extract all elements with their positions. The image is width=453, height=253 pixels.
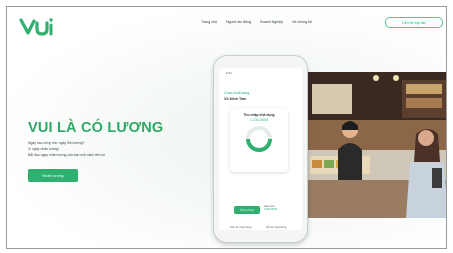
phone-user-name: Võ Minh Tâm	[224, 97, 247, 101]
vui-logo[interactable]	[19, 15, 55, 37]
hero-line-1: Ngày nào cũng như ngày lĩnh lương?	[28, 141, 85, 145]
phone-status-time: 9:41	[226, 71, 232, 75]
income-card-label: Thu nhập khả dụng	[243, 113, 275, 117]
income-progress-ring	[246, 126, 272, 152]
hero-cta-button[interactable]: Nhận lương	[28, 169, 78, 182]
phone-greeting: Chào buổi sáng,	[224, 91, 251, 95]
hero-line-3: Bắt đầu ngay nhận lương của bạn một cách…	[28, 153, 106, 157]
phone-limit-amount: 5.000.000đ	[264, 208, 277, 212]
income-card: Thu nhập khả dụng 1.234.000đ	[230, 108, 288, 172]
phone-limit-note: Hạn mức 5.000.000đ	[264, 205, 277, 212]
income-card-amount: 1.234.000đ	[250, 118, 268, 122]
page-frame: Trang chủ Người lao động Doanh Nghiệp Về…	[6, 6, 447, 249]
phone-mockup: 9:41 Chào buổi sáng, Võ Minh Tâm Thu nhậ…	[213, 55, 308, 243]
store-photo	[306, 72, 446, 218]
nav-item-business[interactable]: Doanh Nghiệp	[260, 20, 283, 24]
hero-line-2: Vì ngày nhận lương!	[28, 147, 59, 151]
phone-history-link[interactable]: Lịch sử ứng lương	[230, 226, 251, 229]
nav-item-workers[interactable]: Người lao động	[226, 20, 251, 24]
phone-support-link[interactable]: Hỗ trợ ứng lương	[266, 226, 286, 229]
nav-item-about[interactable]: Về chúng tôi	[292, 20, 312, 24]
contact-button[interactable]: Liên hệ hợp tác	[385, 17, 443, 28]
top-nav: Trang chủ Người lao động Doanh Nghiệp Về…	[201, 20, 312, 24]
nav-item-home[interactable]: Trang chủ	[201, 20, 217, 24]
hero-title: VUI LÀ CÓ LƯƠNG	[28, 120, 164, 136]
phone-advance-button[interactable]: Ứng lương	[234, 206, 260, 214]
